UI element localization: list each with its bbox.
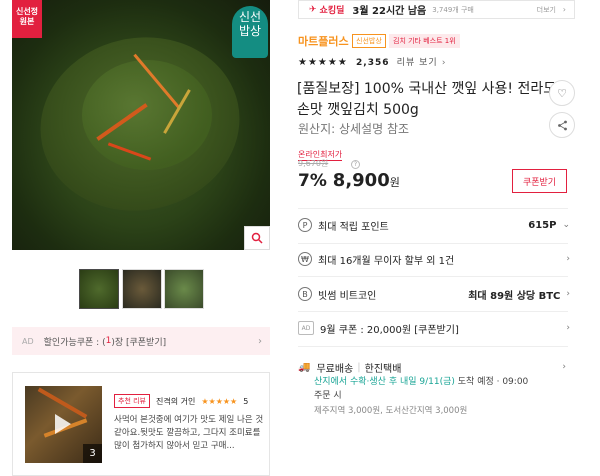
deal-label: 쇼킹딜 [319, 6, 345, 16]
rating-stars: ★★★★★ 2,356 리뷰 보기 › [298, 55, 446, 68]
chevron-right-icon: › [441, 58, 447, 68]
share-icon [557, 120, 567, 130]
coupon-post: )장 [쿠폰받기] [111, 337, 167, 348]
product-title: [품질보장] 100% 국내산 깻잎 사용! 전라도 손맛 깻잎김치 500g [297, 81, 557, 118]
shipping-row[interactable]: 🚚 무료배송 | 한진택배 › [298, 360, 570, 375]
row-value: 615P [528, 219, 557, 231]
eta-highlight: 산지에서 수확·생산 후 내일 9/11(금) [314, 377, 455, 387]
stamp-label: 신선 밥상 [238, 10, 262, 38]
media-count: 3 [83, 444, 102, 463]
corner-badge: 신선정 원본 [12, 0, 42, 38]
won-unit: 원 [389, 176, 400, 189]
review-count: 2,356 [356, 58, 390, 68]
review-image[interactable]: 3 [25, 386, 102, 463]
row-label: 9월 쿠폰 : 20,000원 [쿠폰받기] [320, 324, 459, 336]
shipping-extra-fee: 제주지역 3,000원, 도서산간지역 3,000원 [314, 406, 468, 416]
benefit-row-bitcoin[interactable]: B 빗썸 비트코인 최대 89원 상당 BTC › [298, 284, 570, 304]
price-block: 7% 8,900원 [298, 170, 400, 191]
divider [298, 276, 568, 277]
chevron-down-icon: ⌄ [562, 220, 570, 230]
chevron-right-icon: › [566, 289, 570, 299]
review-link[interactable]: 리뷰 보기 [397, 58, 438, 68]
deal-icon: ✈ [309, 4, 317, 15]
zoom-button[interactable] [244, 226, 270, 250]
origin-info: 원산지: 상세설명 참조 [298, 122, 410, 136]
thumbnail-1[interactable] [79, 269, 119, 309]
separator: | [357, 361, 361, 373]
bitcoin-icon: B [298, 287, 312, 301]
sale-price: 8,900 [332, 170, 390, 191]
review-tag: 추천 리뷰 [114, 394, 150, 408]
review-text: 사먹어 본것중에 여기가 맛도 제일 나은 것 같아요.뒷맛도 깔끔하고, 그다… [114, 415, 264, 451]
ad-icon: AD [298, 321, 314, 335]
deal-topbar[interactable]: ✈ 쇼킹딜 3월 22시간 남음 3,749개 구매 더보기 › [298, 0, 575, 19]
chevron-right-icon: › [562, 5, 566, 14]
chevron-right-icon: › [566, 323, 570, 333]
ad-label: AD [22, 336, 34, 346]
eta-rest: 도착 예정 · 09:00 [454, 377, 529, 387]
benefit-row-coupon[interactable]: AD 9월 쿠폰 : 20,000원 [쿠폰받기] › [298, 318, 570, 338]
row-value: 최대 89원 상당 BTC [468, 290, 561, 302]
tag-best: 김치 기타 베스트 1위 [389, 34, 460, 48]
review-rating: 5 [243, 396, 249, 406]
wishlist-button[interactable]: ♡ [549, 80, 575, 106]
discount-rate: 7% [298, 171, 327, 191]
thumbnail-3[interactable] [164, 269, 204, 309]
coupon-pre: 할인가능쿠폰 : ( [43, 337, 106, 348]
deal-time: 3월 22시간 남음 [352, 6, 427, 17]
review-stars: ★★★★★ [201, 396, 238, 406]
divider [298, 208, 568, 209]
chevron-right-icon: › [566, 254, 570, 264]
review-author: 진격의 거인 [156, 396, 196, 406]
search-icon [251, 232, 263, 244]
divider [298, 243, 568, 244]
divider [298, 311, 568, 312]
fresh-stamp: 신선 밥상 [232, 6, 268, 58]
coupon-bar[interactable]: AD 할인가능쿠폰 : ( 1 )장 [쿠폰받기] › [12, 327, 270, 355]
shipping-free: 무료배송 [316, 363, 354, 375]
shipping-carrier: 한진택배 [364, 363, 402, 375]
review-card[interactable]: 3 추천 리뷰 진격의 거인 ★★★★★ 5 사먹어 본것중에 여기가 맛도 제… [12, 372, 270, 476]
original-price: 9,670원 [298, 159, 329, 168]
row-label: 빗썸 비트코인 [318, 290, 377, 302]
row-label: 최대 16개월 무이자 할부 외 1건 [318, 255, 455, 267]
get-coupon-button[interactable]: 쿠폰받기 [512, 169, 567, 193]
thumbnail-2[interactable] [122, 269, 162, 309]
more-link[interactable]: 더보기 [537, 5, 556, 15]
stars: ★★★★★ [298, 57, 348, 68]
share-button[interactable] [549, 112, 575, 138]
shipping-order-note: 주문 시 [314, 391, 342, 401]
kimchi-leaf-shape [82, 60, 212, 170]
benefit-row-installment[interactable]: ₩ 최대 16개월 무이자 할부 외 1건 › [298, 249, 570, 269]
benefit-row-points[interactable]: P 최대 적립 포인트 615P ⌄ [298, 215, 570, 235]
card-icon: ₩ [298, 252, 312, 266]
chevron-right-icon: › [258, 335, 262, 347]
chevron-right-icon: › [562, 362, 566, 372]
truck-icon: 🚚 [298, 361, 311, 373]
heart-icon: ♡ [557, 86, 567, 100]
info-icon[interactable]: ? [351, 160, 360, 169]
row-label: 최대 적립 포인트 [318, 221, 389, 233]
divider [298, 346, 568, 347]
shipping-eta: 산지에서 수확·생산 후 내일 9/11(금) 도착 예정 · 09:00 [314, 375, 528, 389]
deal-sold: 3,749개 구매 [432, 5, 474, 14]
play-icon[interactable] [55, 414, 71, 434]
points-icon: P [298, 218, 312, 232]
tag-fresh: 신선밥상 [352, 34, 386, 48]
brand-name[interactable]: 마트플러스 [298, 33, 349, 49]
review-header: 추천 리뷰 진격의 거인 ★★★★★ 5 [114, 394, 248, 408]
product-main-image[interactable]: 신선정 원본 신선 밥상 [12, 0, 270, 250]
